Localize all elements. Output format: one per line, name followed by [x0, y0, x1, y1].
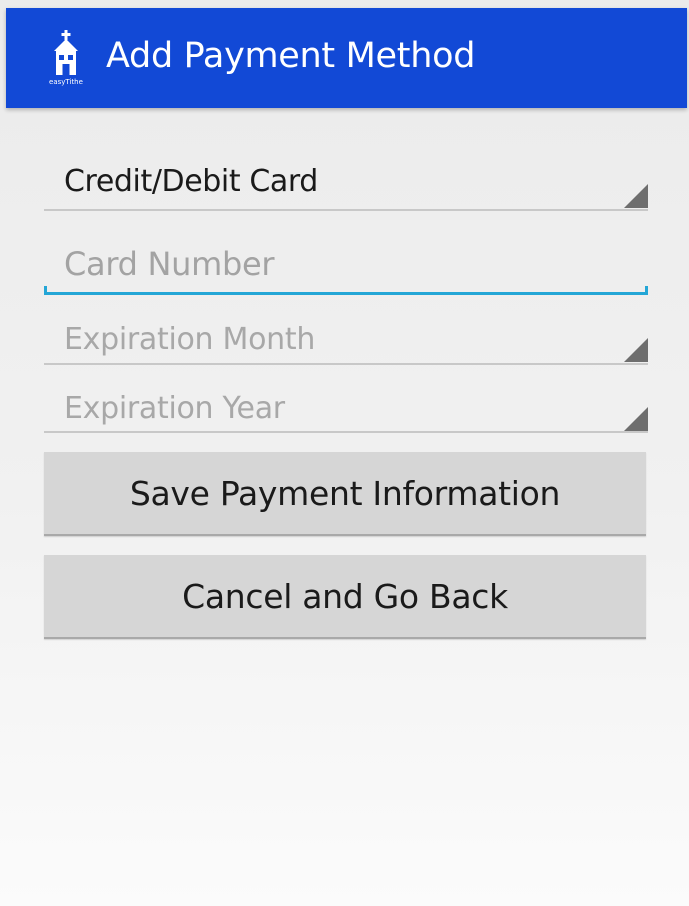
- church-icon: [54, 30, 78, 75]
- add-payment-screen: easyTithe Add Payment Method Credit/Debi…: [0, 0, 689, 906]
- card-number-placeholder: Card Number: [64, 245, 275, 283]
- focus-underline: [44, 292, 648, 295]
- expiration-month-spinner[interactable]: Expiration Month: [44, 316, 648, 370]
- dropdown-arrow-icon: [624, 184, 648, 208]
- cancel-button[interactable]: Cancel and Go Back: [44, 555, 646, 639]
- payment-type-spinner[interactable]: Credit/Debit Card: [44, 150, 648, 216]
- dropdown-arrow-icon: [624, 407, 648, 431]
- app-bar: easyTithe Add Payment Method: [6, 8, 687, 108]
- field-underline: [44, 209, 648, 211]
- field-underline: [44, 363, 648, 365]
- easytithe-logo: easyTithe: [36, 28, 96, 90]
- field-underline: [44, 431, 648, 433]
- logo-text: easyTithe: [49, 78, 83, 86]
- expiration-year-placeholder: Expiration Year: [64, 391, 285, 426]
- card-number-input[interactable]: Card Number: [44, 236, 648, 300]
- expiration-month-placeholder: Expiration Month: [64, 322, 316, 357]
- save-payment-button[interactable]: Save Payment Information: [44, 452, 646, 536]
- page-title: Add Payment Method: [106, 36, 476, 76]
- dropdown-arrow-icon: [624, 338, 648, 362]
- expiration-year-spinner[interactable]: Expiration Year: [44, 385, 648, 439]
- payment-type-value: Credit/Debit Card: [64, 164, 318, 199]
